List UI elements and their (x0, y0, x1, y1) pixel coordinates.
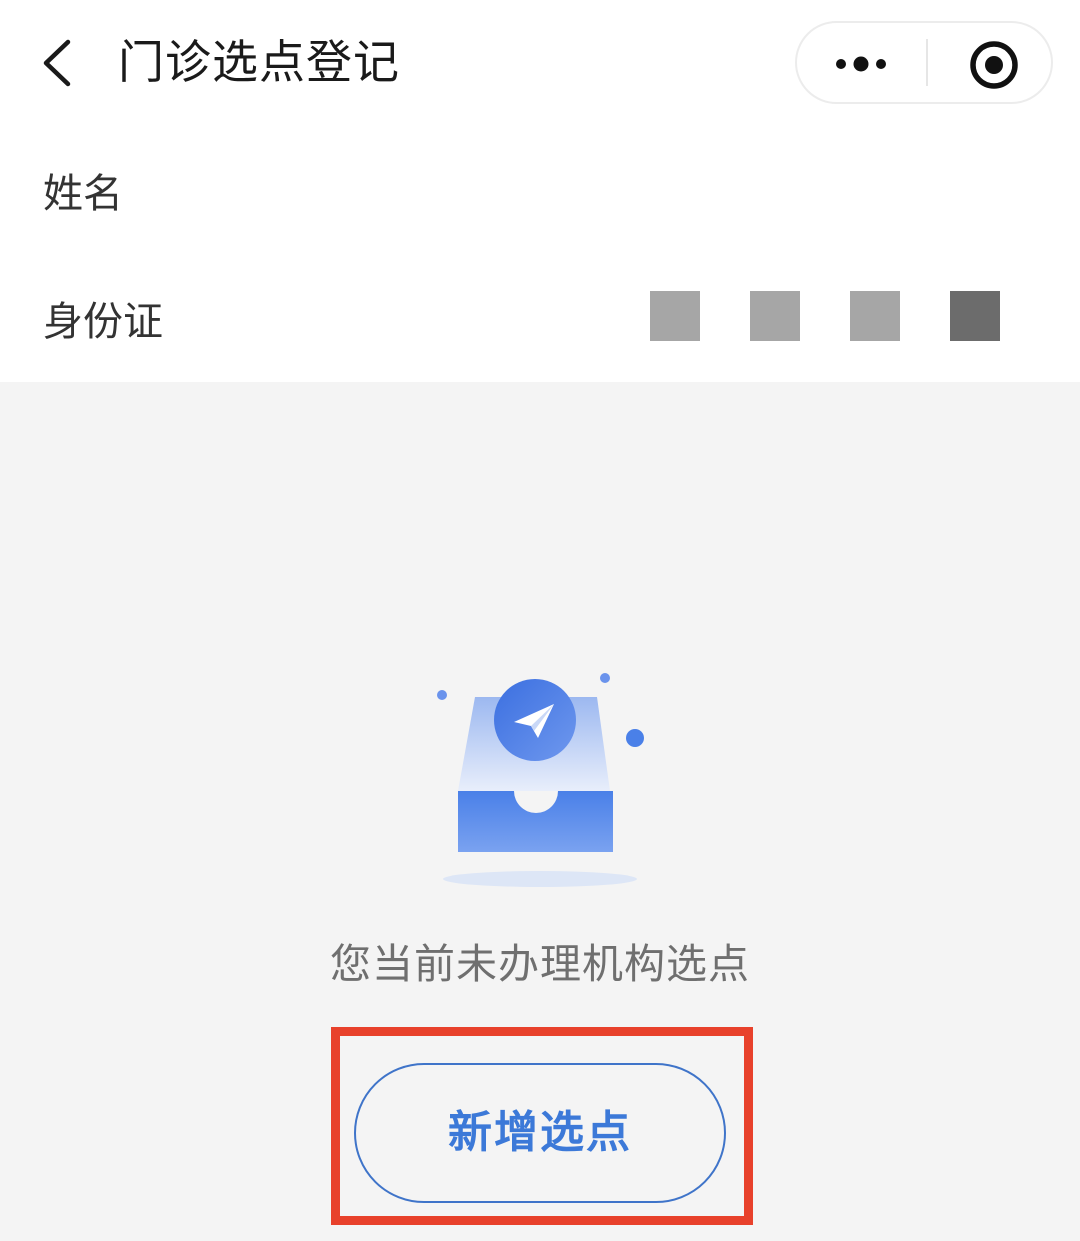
empty-illustration (420, 660, 660, 900)
chevron-left-icon (43, 39, 71, 87)
name-label: 姓名 (43, 171, 123, 217)
id-mask-block (750, 291, 800, 341)
id-mask-block (850, 291, 900, 341)
back-button[interactable] (30, 28, 90, 98)
id-card-label: 身份证 (43, 299, 163, 345)
mini-program-capsule (795, 21, 1053, 104)
id-mask-block (650, 291, 700, 341)
add-selection-button[interactable]: 新增选点 (354, 1063, 726, 1203)
header-and-info-panel: 门诊选点登记 姓名 身份证 (0, 0, 1080, 382)
inbox-paper-plane-icon (437, 673, 644, 887)
empty-state-message: 您当前未办理机构选点 (330, 940, 750, 988)
page-title: 门诊选点登记 (118, 35, 400, 89)
more-button[interactable] (797, 23, 925, 102)
more-dots-icon (836, 56, 886, 72)
close-button[interactable] (928, 23, 1053, 102)
target-circle-icon (970, 41, 1018, 89)
id-mask-block (950, 291, 1000, 341)
